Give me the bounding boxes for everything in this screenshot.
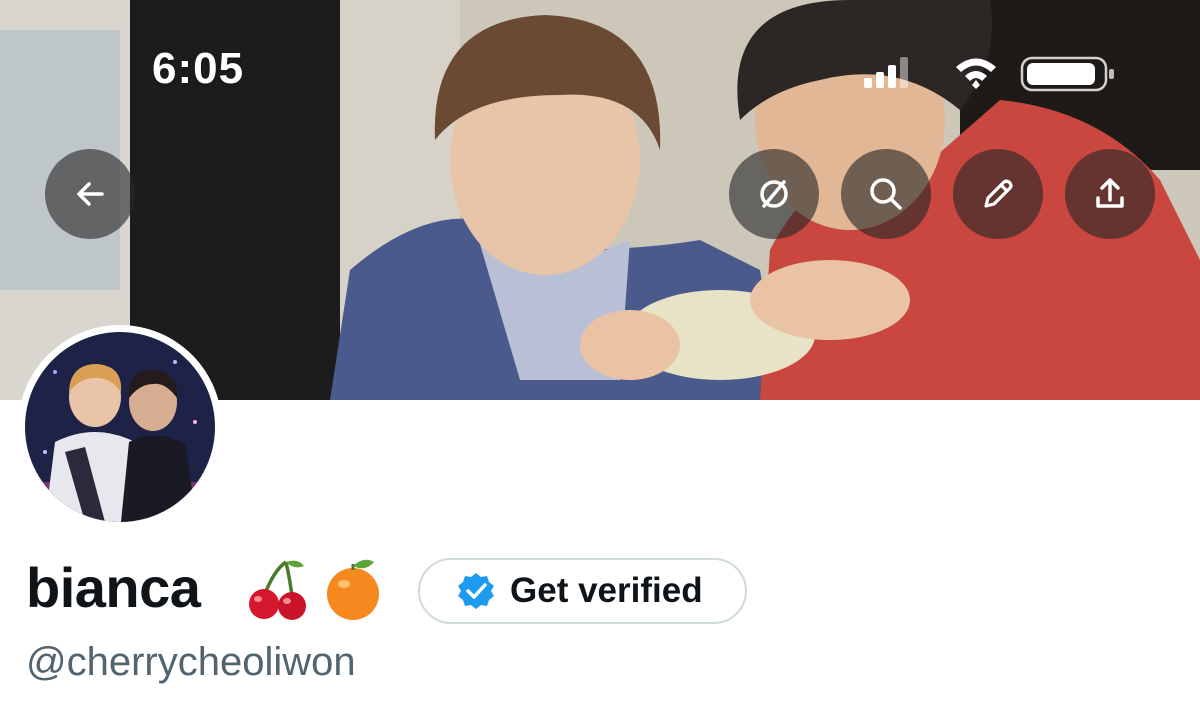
get-verified-label: Get verified: [510, 571, 703, 610]
pencil-icon: [984, 179, 1013, 208]
user-handle: @cherrycheoliwon: [26, 640, 356, 684]
cherries-emoji: [249, 560, 306, 620]
status-indicators: [864, 56, 1114, 92]
wifi-icon: [956, 58, 996, 89]
share-button[interactable]: [1065, 149, 1155, 239]
back-button[interactable]: [45, 149, 135, 239]
signal-icon: [864, 57, 908, 88]
circle-slash-icon: [760, 180, 788, 208]
verified-badge-icon: [458, 573, 494, 609]
battery-icon: [1020, 56, 1114, 92]
get-verified-button[interactable]: Get verified: [418, 558, 747, 624]
circle-button[interactable]: [729, 149, 819, 239]
avatar[interactable]: [18, 325, 222, 529]
display-name: bianca: [26, 556, 201, 619]
status-time: 6:05: [152, 44, 245, 93]
share-icon: [1096, 178, 1124, 208]
search-icon: [870, 178, 902, 210]
profile-banner[interactable]: 6:05: [0, 0, 1200, 400]
tangerine-emoji: [327, 559, 379, 620]
search-button[interactable]: [841, 149, 931, 239]
avatar-image: [25, 332, 215, 522]
edit-button[interactable]: [953, 149, 1043, 239]
back-arrow-icon: [77, 182, 104, 206]
